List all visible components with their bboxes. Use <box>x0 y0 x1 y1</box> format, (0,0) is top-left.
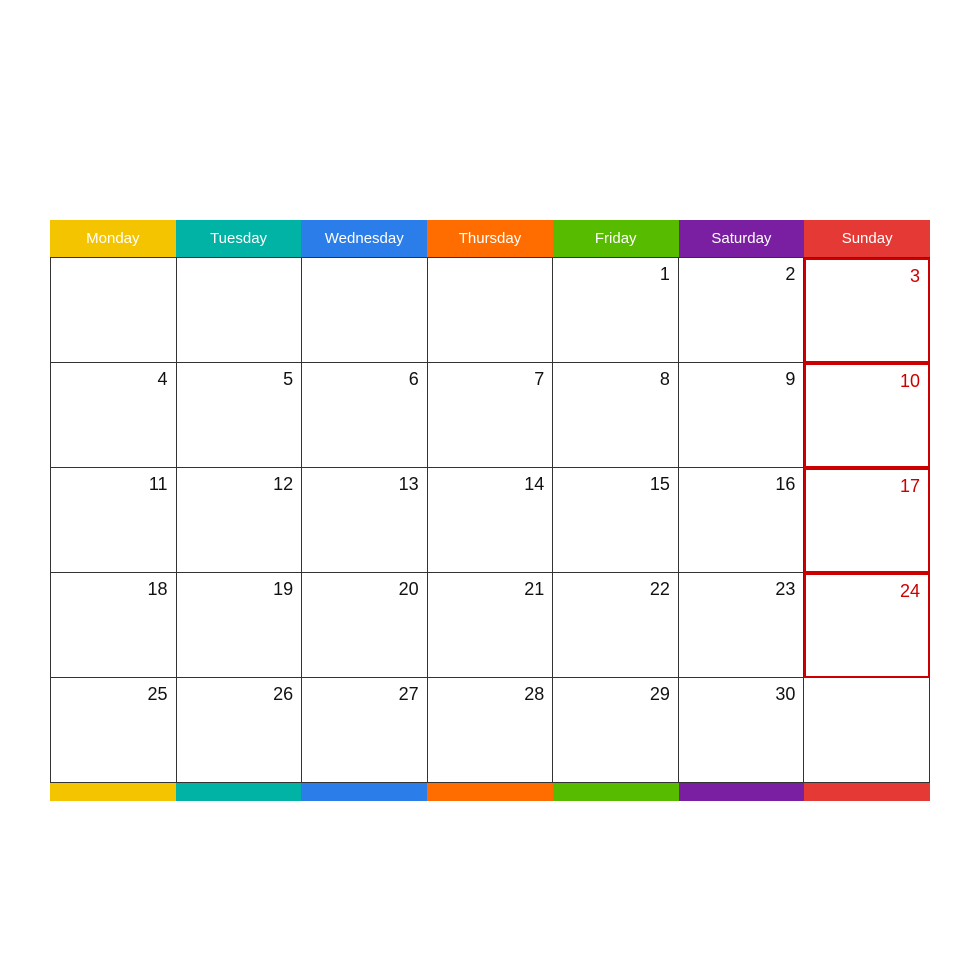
day-number: 24 <box>814 581 920 602</box>
day-number: 29 <box>561 684 670 705</box>
day-number: 10 <box>814 371 920 392</box>
day-number: 7 <box>436 369 545 390</box>
calendar-day-cell: 30 <box>679 678 805 783</box>
day-headers: MondayTuesdayWednesdayThursdayFridaySatu… <box>50 220 930 257</box>
calendar-day-cell: 8 <box>553 363 679 468</box>
calendar-day-cell: 20 <box>302 573 428 678</box>
color-strip <box>176 783 302 801</box>
calendar-day-cell: 18 <box>51 573 177 678</box>
day-number: 13 <box>310 474 419 495</box>
day-header-thursday: Thursday <box>427 220 553 257</box>
bottom-strips <box>50 783 930 801</box>
day-number: 28 <box>436 684 545 705</box>
color-strip <box>553 783 679 801</box>
calendar-day-cell: 28 <box>428 678 554 783</box>
calendar-day-cell: 23 <box>679 573 805 678</box>
calendar-day-cell: 6 <box>302 363 428 468</box>
calendar-grid: 1234567891011121314151617181920212223242… <box>50 257 930 783</box>
day-number: 5 <box>185 369 294 390</box>
day-number: 12 <box>185 474 294 495</box>
day-number: 1 <box>561 264 670 285</box>
calendar-day-cell: 11 <box>51 468 177 573</box>
calendar-day-cell: 26 <box>177 678 303 783</box>
calendar-day-cell: 4 <box>51 363 177 468</box>
day-number: 15 <box>561 474 670 495</box>
day-number: 21 <box>436 579 545 600</box>
calendar: MondayTuesdayWednesdayThursdayFridaySatu… <box>30 160 950 821</box>
day-header-saturday: Saturday <box>679 220 805 257</box>
color-strip <box>679 783 805 801</box>
day-number: 11 <box>59 474 168 495</box>
color-strip <box>427 783 553 801</box>
day-number: 25 <box>59 684 168 705</box>
calendar-day-cell: 19 <box>177 573 303 678</box>
day-number: 2 <box>687 264 796 285</box>
day-number: 27 <box>310 684 419 705</box>
calendar-day-cell: 5 <box>177 363 303 468</box>
day-header-wednesday: Wednesday <box>301 220 427 257</box>
color-strip <box>50 783 176 801</box>
calendar-day-cell: 17 <box>804 468 930 573</box>
day-number: 30 <box>687 684 796 705</box>
day-number: 3 <box>814 266 920 287</box>
calendar-day-cell: 10 <box>804 363 930 468</box>
day-number: 22 <box>561 579 670 600</box>
calendar-day-cell: 21 <box>428 573 554 678</box>
calendar-day-cell: 12 <box>177 468 303 573</box>
day-number: 14 <box>436 474 545 495</box>
day-number: 8 <box>561 369 670 390</box>
calendar-day-cell: 9 <box>679 363 805 468</box>
day-number: 6 <box>310 369 419 390</box>
calendar-day-cell <box>177 258 303 363</box>
calendar-day-cell: 14 <box>428 468 554 573</box>
calendar-day-cell: 2 <box>679 258 805 363</box>
calendar-day-cell: 13 <box>302 468 428 573</box>
calendar-day-cell: 1 <box>553 258 679 363</box>
day-header-monday: Monday <box>50 220 176 257</box>
calendar-day-cell: 7 <box>428 363 554 468</box>
calendar-day-cell: 15 <box>553 468 679 573</box>
day-number: 17 <box>814 476 920 497</box>
calendar-day-cell: 22 <box>553 573 679 678</box>
calendar-day-cell <box>804 678 930 783</box>
day-header-friday: Friday <box>553 220 679 257</box>
color-strip <box>804 783 930 801</box>
day-number: 23 <box>687 579 796 600</box>
calendar-day-cell <box>428 258 554 363</box>
calendar-day-cell: 3 <box>804 258 930 363</box>
calendar-day-cell <box>51 258 177 363</box>
day-number: 20 <box>310 579 419 600</box>
day-number: 4 <box>59 369 168 390</box>
color-strip <box>301 783 427 801</box>
calendar-day-cell: 25 <box>51 678 177 783</box>
calendar-day-cell <box>302 258 428 363</box>
day-number: 18 <box>59 579 168 600</box>
calendar-day-cell: 27 <box>302 678 428 783</box>
calendar-day-cell: 16 <box>679 468 805 573</box>
day-header-tuesday: Tuesday <box>176 220 302 257</box>
calendar-day-cell: 29 <box>553 678 679 783</box>
calendar-day-cell: 24 <box>804 573 930 678</box>
day-number: 16 <box>687 474 796 495</box>
day-number: 26 <box>185 684 294 705</box>
day-number: 9 <box>687 369 796 390</box>
day-header-sunday: Sunday <box>804 220 930 257</box>
day-number: 19 <box>185 579 294 600</box>
